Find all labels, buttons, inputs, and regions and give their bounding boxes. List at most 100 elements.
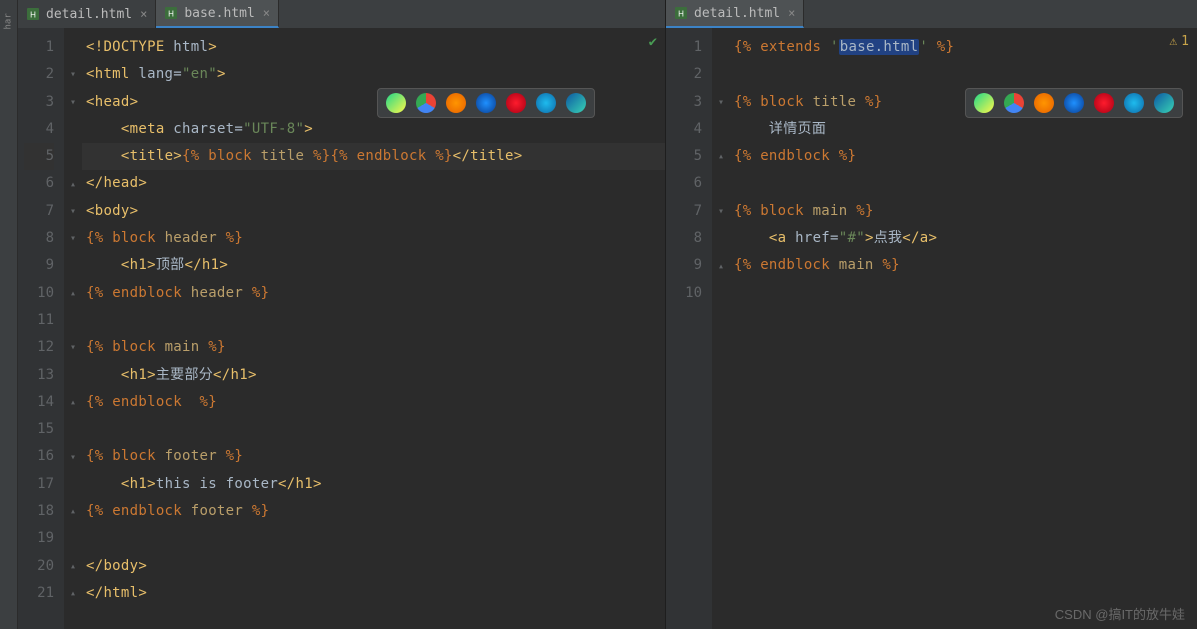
fold-marker[interactable] [712, 116, 730, 143]
line-number[interactable]: 3 [24, 89, 54, 116]
fold-marker[interactable]: ▾ [64, 198, 82, 225]
line-number[interactable]: 21 [24, 580, 54, 607]
fold-marker[interactable] [712, 61, 730, 88]
line-number[interactable]: 7 [24, 198, 54, 225]
firefox-icon[interactable] [446, 93, 466, 113]
fold-marker[interactable]: ▾ [64, 334, 82, 361]
safari-icon[interactable] [1064, 93, 1084, 113]
fold-marker[interactable]: ▾ [64, 443, 82, 470]
fold-marker[interactable] [64, 116, 82, 143]
code-line[interactable]: {% block header %} [86, 225, 665, 252]
fold-marker[interactable]: ▾ [64, 89, 82, 116]
chrome-icon[interactable] [1004, 93, 1024, 113]
fold-marker[interactable] [64, 307, 82, 334]
line-number[interactable]: 4 [24, 116, 54, 143]
line-number[interactable]: 12 [24, 334, 54, 361]
fold-marker[interactable] [64, 252, 82, 279]
line-number[interactable]: 9 [672, 252, 702, 279]
line-number[interactable]: 8 [24, 225, 54, 252]
fold-marker[interactable] [64, 471, 82, 498]
code-line[interactable]: {% endblock main %} [734, 252, 1197, 279]
line-number[interactable]: 19 [24, 525, 54, 552]
ie-icon[interactable] [1124, 93, 1144, 113]
line-number[interactable]: 6 [24, 170, 54, 197]
code-line[interactable]: {% endblock %} [734, 143, 1197, 170]
fold-marker[interactable]: ▴ [64, 553, 82, 580]
line-number[interactable]: 17 [24, 471, 54, 498]
line-number[interactable]: 18 [24, 498, 54, 525]
close-icon[interactable]: × [140, 7, 147, 21]
opera-icon[interactable] [506, 93, 526, 113]
code-area-left[interactable]: ✔ <!DOCTYPE html><html lang="en"><head> … [82, 28, 665, 629]
line-number[interactable]: 13 [24, 362, 54, 389]
ie-icon[interactable] [536, 93, 556, 113]
code-line[interactable]: <meta charset="UTF-8"> [86, 116, 665, 143]
fold-marker[interactable]: ▴ [64, 389, 82, 416]
fold-marker[interactable]: ▴ [64, 580, 82, 607]
opera-icon[interactable] [1094, 93, 1114, 113]
fold-marker[interactable]: ▴ [712, 252, 730, 279]
code-line[interactable]: <h1>顶部</h1> [86, 252, 665, 279]
pycharm-icon[interactable] [386, 93, 406, 113]
close-icon[interactable]: × [788, 6, 795, 20]
inspection-ok-icon[interactable]: ✔ [649, 34, 657, 50]
tab-base-html[interactable]: Hbase.html× [156, 0, 279, 28]
code-line[interactable]: {% block main %} [86, 334, 665, 361]
line-number[interactable]: 15 [24, 416, 54, 443]
fold-marker[interactable]: ▴ [64, 280, 82, 307]
pycharm-icon[interactable] [974, 93, 994, 113]
code-line[interactable]: {% endblock footer %} [86, 498, 665, 525]
code-line[interactable]: {% block footer %} [86, 443, 665, 470]
line-number[interactable]: 10 [24, 280, 54, 307]
code-line[interactable]: {% extends 'base.html' %} [734, 34, 1197, 61]
code-line[interactable]: <h1>this is footer</h1> [86, 471, 665, 498]
line-number[interactable]: 5 [24, 143, 54, 170]
fold-marker[interactable]: ▴ [64, 498, 82, 525]
fold-marker[interactable] [64, 525, 82, 552]
fold-marker[interactable] [64, 34, 82, 61]
code-line[interactable] [86, 525, 665, 552]
fold-marker[interactable] [712, 280, 730, 307]
chrome-icon[interactable] [416, 93, 436, 113]
code-line[interactable]: {% endblock %} [86, 389, 665, 416]
line-number[interactable]: 4 [672, 116, 702, 143]
inspection-warning-badge[interactable]: ⚠ 1 [1169, 34, 1189, 49]
code-line[interactable] [86, 416, 665, 443]
line-number[interactable]: 7 [672, 198, 702, 225]
line-number[interactable]: 8 [672, 225, 702, 252]
code-area-right[interactable]: ⚠ 1 {% extends 'base.html' %} {% block t… [730, 28, 1197, 629]
line-number[interactable]: 10 [672, 280, 702, 307]
tab-detail-html[interactable]: Hdetail.html× [18, 0, 156, 28]
safari-icon[interactable] [476, 93, 496, 113]
fold-marker[interactable] [64, 143, 82, 170]
code-line[interactable]: </body> [86, 553, 665, 580]
line-number[interactable]: 11 [24, 307, 54, 334]
code-line[interactable]: {% endblock header %} [86, 280, 665, 307]
fold-marker[interactable] [712, 170, 730, 197]
code-line[interactable] [86, 307, 665, 334]
fold-marker[interactable]: ▾ [64, 61, 82, 88]
close-icon[interactable]: × [263, 6, 270, 20]
code-line[interactable]: <html lang="en"> [86, 61, 665, 88]
fold-marker[interactable] [64, 362, 82, 389]
code-line[interactable]: </head> [86, 170, 665, 197]
code-line[interactable]: <a href="#">点我</a> [734, 225, 1197, 252]
fold-marker[interactable] [64, 416, 82, 443]
fold-marker[interactable]: ▾ [712, 198, 730, 225]
code-line[interactable] [734, 61, 1197, 88]
code-line[interactable] [734, 280, 1197, 307]
fold-marker[interactable]: ▴ [712, 143, 730, 170]
fold-marker[interactable] [712, 34, 730, 61]
edge-icon[interactable] [566, 93, 586, 113]
code-line[interactable] [734, 170, 1197, 197]
code-line[interactable]: <!DOCTYPE html> [86, 34, 665, 61]
line-number[interactable]: 20 [24, 553, 54, 580]
tab-detail-html[interactable]: Hdetail.html× [666, 0, 804, 28]
line-number[interactable]: 2 [672, 61, 702, 88]
code-line[interactable]: <body> [86, 198, 665, 225]
fold-marker[interactable]: ▴ [64, 170, 82, 197]
code-line[interactable]: 详情页面 [734, 116, 1197, 143]
line-number[interactable]: 5 [672, 143, 702, 170]
line-number[interactable]: 3 [672, 89, 702, 116]
line-number[interactable]: 2 [24, 61, 54, 88]
